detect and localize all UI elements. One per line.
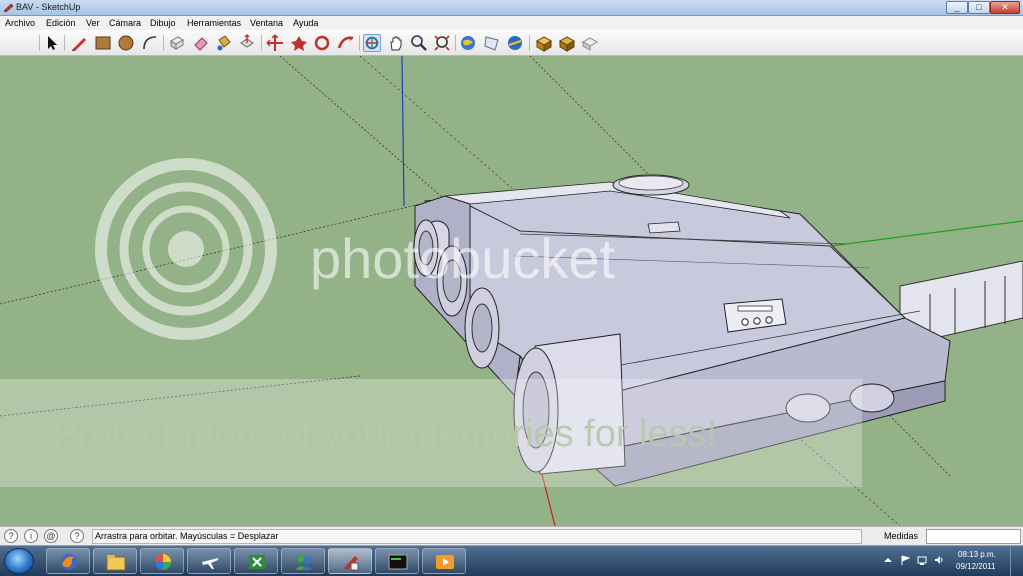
taskbar-excel[interactable] bbox=[234, 548, 278, 574]
photobucket-watermark bbox=[95, 158, 277, 340]
pan-icon[interactable] bbox=[387, 34, 405, 52]
firefox-icon bbox=[61, 554, 77, 570]
taskbar-explorer[interactable] bbox=[93, 548, 137, 574]
share-component-icon[interactable] bbox=[558, 34, 576, 52]
measurements-label: Medidas bbox=[884, 531, 919, 541]
paint-bucket-icon[interactable] bbox=[215, 34, 233, 52]
menu-dibujo[interactable]: Dibujo bbox=[150, 18, 176, 28]
picasa-icon bbox=[155, 554, 171, 570]
maximize-button[interactable]: □ bbox=[968, 1, 990, 14]
zoom-extents-icon[interactable] bbox=[433, 34, 451, 52]
taskbar-media-player[interactable] bbox=[422, 548, 466, 574]
share-model-icon[interactable] bbox=[483, 34, 501, 52]
eraser-make-component-icon[interactable] bbox=[168, 34, 186, 52]
toolbar-separator bbox=[455, 35, 456, 51]
extension-icon[interactable] bbox=[581, 34, 599, 52]
watermark-message: Protect more of your memories for less! bbox=[52, 413, 717, 455]
menu-ver[interactable]: Ver bbox=[86, 18, 100, 28]
rotate-icon[interactable] bbox=[290, 34, 308, 52]
status-bar: ? i @ ? Arrastra para orbitar. Mayúscula… bbox=[0, 526, 1023, 545]
toolbar-separator bbox=[359, 35, 360, 51]
file-explorer-icon bbox=[106, 555, 126, 571]
media-player-icon bbox=[436, 555, 454, 569]
menu-edicion[interactable]: Edición bbox=[46, 18, 76, 28]
help-icon[interactable]: ? bbox=[70, 529, 84, 543]
orbit-icon[interactable] bbox=[363, 34, 381, 52]
measurements-input[interactable] bbox=[926, 529, 1021, 544]
clock-date[interactable]: 09/12/2011 bbox=[956, 562, 995, 571]
blue-axis bbox=[401, 56, 405, 207]
toolbar-grip bbox=[39, 35, 40, 51]
toolbar-separator bbox=[529, 35, 530, 51]
toolbar-separator bbox=[64, 35, 65, 51]
sketchup-icon bbox=[344, 556, 359, 571]
status-message: Arrastra para orbitar. Mayúsculas = Desp… bbox=[92, 529, 862, 544]
follow-me-icon[interactable] bbox=[337, 34, 355, 52]
place-model-icon[interactable] bbox=[506, 34, 524, 52]
menu-archivo[interactable]: Archivo bbox=[5, 18, 35, 28]
turret-hatch-top bbox=[618, 175, 684, 191]
menu-herramientas[interactable]: Herramientas bbox=[187, 18, 241, 28]
model-viewport[interactable]: photobucket Protect more of your memorie… bbox=[0, 56, 1023, 526]
taskbar-sketchup[interactable] bbox=[328, 548, 372, 574]
credits-icon[interactable]: i bbox=[24, 529, 38, 543]
volume-icon[interactable] bbox=[934, 555, 944, 565]
select-icon[interactable] bbox=[43, 34, 61, 52]
zoom-icon[interactable] bbox=[410, 34, 428, 52]
taskbar: 08:13 p.m. 09/12/2011 bbox=[0, 545, 1023, 576]
menu-bar: Archivo Edición Ver Cámara Dibujo Herram… bbox=[0, 16, 1023, 30]
taskbar-terminal[interactable] bbox=[375, 548, 419, 574]
show-desktop-button[interactable] bbox=[1010, 546, 1023, 576]
menu-ventana[interactable]: Ventana bbox=[250, 18, 283, 28]
get-models-icon[interactable] bbox=[459, 34, 477, 52]
tray-expand-icon[interactable] bbox=[883, 555, 893, 565]
action-center-flag-icon[interactable] bbox=[900, 555, 910, 565]
model-scene: photobucket Protect more of your memorie… bbox=[0, 56, 1023, 526]
red-axis-dashed bbox=[279, 56, 451, 205]
close-button[interactable]: ✕ bbox=[990, 1, 1020, 14]
terminal-icon bbox=[388, 554, 408, 570]
window-title: BAV - SketchUp bbox=[16, 2, 81, 12]
taskbar-firefox[interactable] bbox=[46, 548, 90, 574]
taskbar-picasa[interactable] bbox=[140, 548, 184, 574]
signin-icon[interactable]: @ bbox=[44, 529, 58, 543]
pencil-line-icon[interactable] bbox=[70, 34, 88, 52]
toolbar bbox=[0, 30, 1023, 56]
toolbar-separator bbox=[261, 35, 262, 51]
offset-icon[interactable] bbox=[313, 34, 331, 52]
rectangle-icon[interactable] bbox=[94, 34, 112, 52]
taskbar-messenger[interactable] bbox=[281, 548, 325, 574]
circle-icon[interactable] bbox=[117, 34, 135, 52]
taskbar-airplane[interactable] bbox=[187, 548, 231, 574]
geo-location-icon[interactable]: ? bbox=[4, 529, 18, 543]
watermark-brand: photobucket bbox=[310, 227, 616, 290]
push-pull-icon[interactable] bbox=[238, 34, 256, 52]
move-icon[interactable] bbox=[266, 34, 284, 52]
green-axis bbox=[829, 220, 1023, 247]
clock-time[interactable]: 08:13 p.m. bbox=[958, 550, 996, 559]
minimize-button[interactable]: _ bbox=[946, 1, 968, 14]
title-bar: BAV - SketchUp _ □ ✕ bbox=[0, 0, 1023, 16]
arc-icon[interactable] bbox=[141, 34, 159, 52]
excel-icon bbox=[249, 555, 265, 569]
eraser-icon[interactable] bbox=[192, 34, 210, 52]
menu-camara[interactable]: Cámara bbox=[109, 18, 141, 28]
get-component-icon[interactable] bbox=[535, 34, 553, 52]
airplane-icon bbox=[202, 558, 218, 569]
messenger-icon bbox=[296, 555, 312, 570]
menu-ayuda[interactable]: Ayuda bbox=[293, 18, 318, 28]
sketchup-app-icon bbox=[3, 3, 14, 13]
toolbar-separator bbox=[163, 35, 164, 51]
start-button[interactable] bbox=[4, 548, 34, 574]
small-hatch bbox=[647, 221, 681, 234]
network-icon[interactable] bbox=[917, 555, 927, 565]
